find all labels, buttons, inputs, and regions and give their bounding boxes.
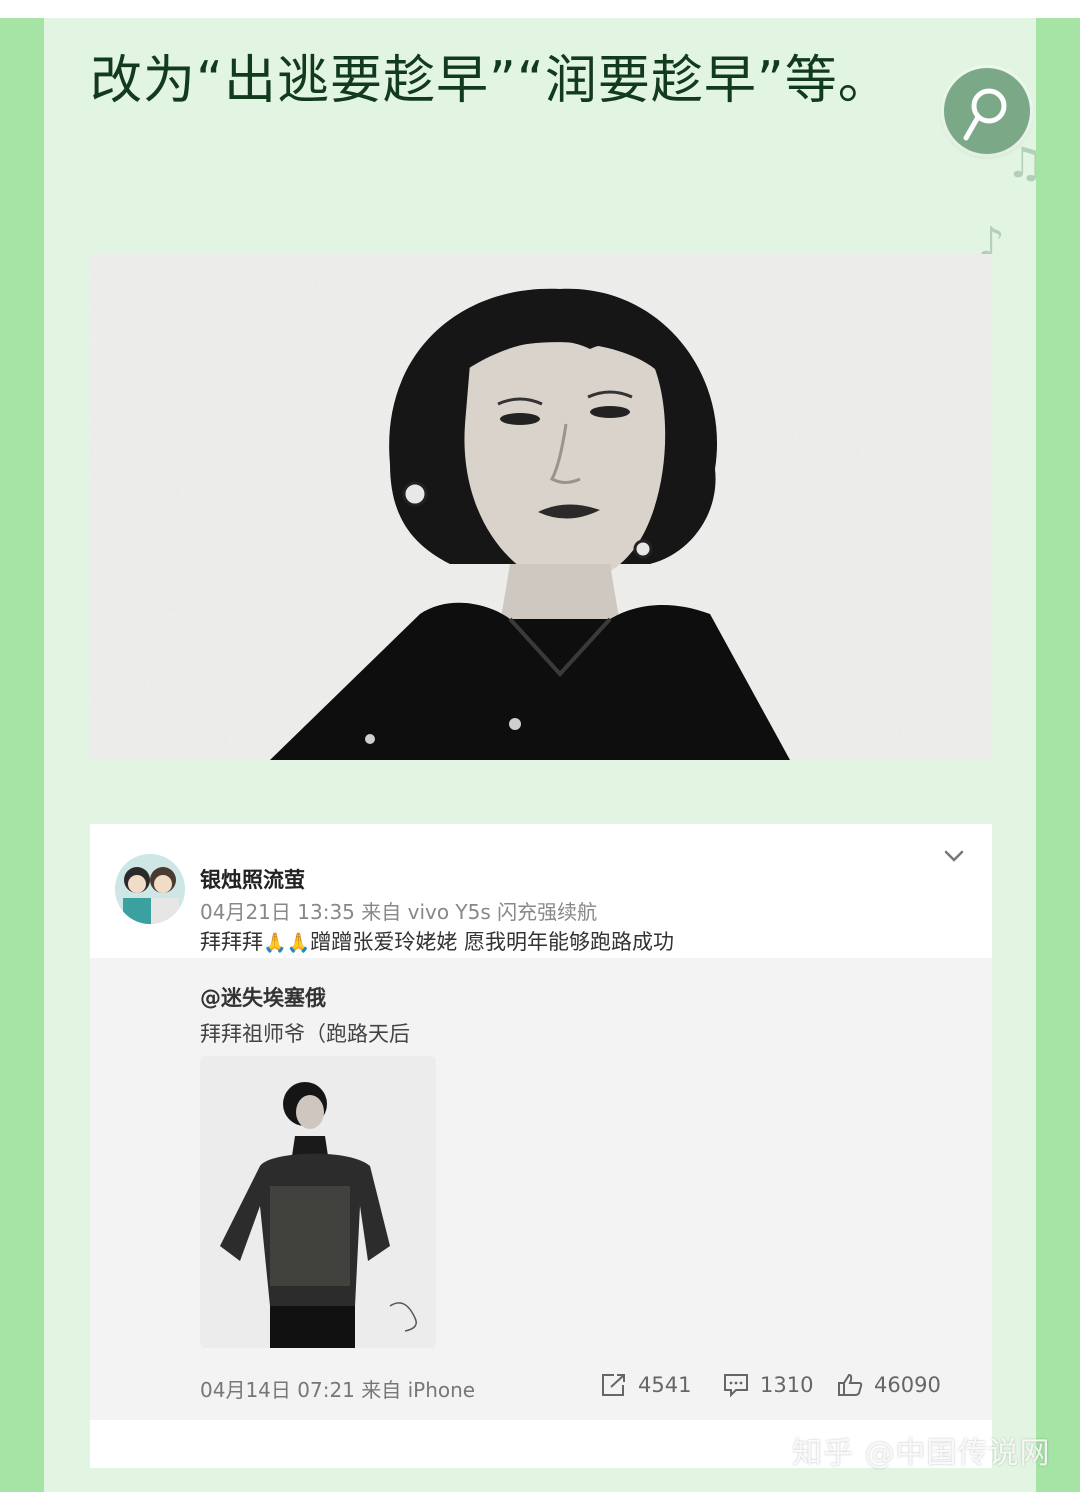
- repost-text: 拜拜祖师爷（跑路天后: [200, 1022, 410, 1046]
- post-text-prefix: 拜拜拜: [200, 930, 263, 954]
- user-avatar[interactable]: [115, 854, 185, 924]
- weibo-post-card: 银烛照流萤 04月21日 13:35 来自 vivo Y5s 闪充强续航 拜拜拜…: [90, 824, 992, 1468]
- repost-meta: 04月14日 07:21 来自 iPhone: [200, 1378, 476, 1402]
- music-note-icon: ♫: [1006, 138, 1044, 187]
- thumbs-up-icon: [838, 1373, 863, 1396]
- top-strip: [0, 0, 1080, 18]
- comment-count: 1310: [760, 1373, 814, 1397]
- article-headline: 改为“出逃要趁早”“润要趁早”等。: [90, 51, 891, 111]
- zhihu-watermark: 知乎 @中国传说网: [792, 1436, 1051, 1471]
- repost-count-button[interactable]: 4541: [600, 1372, 691, 1398]
- like-count-button[interactable]: 46090: [836, 1372, 941, 1398]
- post-username[interactable]: 银烛照流萤: [200, 864, 305, 894]
- post-meta: 04月21日 13:35 来自 vivo Y5s 闪充强续航: [200, 900, 598, 924]
- like-count: 46090: [874, 1373, 941, 1397]
- portrait-photo: [90, 254, 992, 760]
- post-text: 拜拜拜🙏🙏蹭蹭张爱玲姥姥 愿我明年能够跑路成功: [200, 926, 674, 956]
- post-text-body: 蹭蹭张爱玲姥姥 愿我明年能够跑路成功: [310, 930, 675, 954]
- reposted-content: @迷失埃塞俄 拜拜祖师爷（跑路天后 04月14日 07:21 来自 iPhone…: [90, 958, 992, 1420]
- repost-photo[interactable]: [200, 1056, 436, 1348]
- chevron-down-icon[interactable]: [942, 846, 966, 866]
- repost-username[interactable]: @迷失埃塞俄: [200, 982, 326, 1012]
- pray-emoji-icon: 🙏🙏: [263, 932, 311, 954]
- share-icon: [602, 1374, 625, 1396]
- repost-count: 4541: [638, 1373, 692, 1397]
- comment-icon: [724, 1374, 748, 1398]
- comment-count-button[interactable]: 1310: [722, 1372, 813, 1398]
